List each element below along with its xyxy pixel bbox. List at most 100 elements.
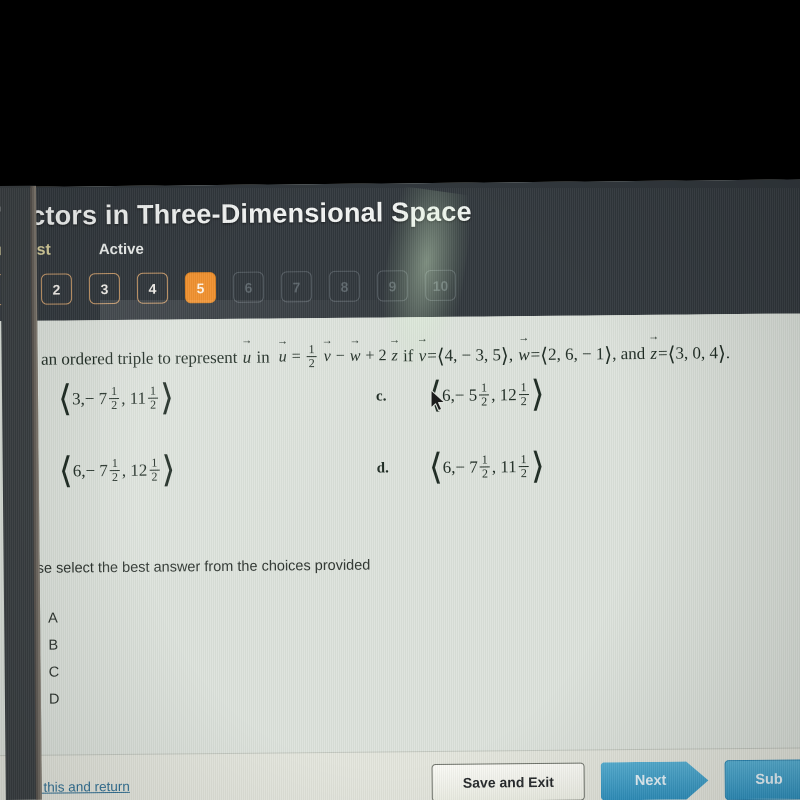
choice-d-f2-den: 2: [518, 465, 529, 480]
choice-c-f1-den: 2: [479, 394, 490, 409]
eq-vector-u: u: [278, 348, 288, 366]
choice-b-fraction-2: 1 2: [149, 455, 160, 484]
browser-viewport: Vectors in Three-Dimensional Space re-Te…: [0, 179, 800, 800]
choice-d-f2-num: 1: [520, 452, 527, 467]
choice-b-f2-num: 1: [151, 455, 158, 470]
if-word: if: [402, 346, 414, 366]
stem-in-word: in: [256, 347, 270, 367]
tab-active[interactable]: Active: [99, 241, 144, 258]
pager-item-3[interactable]: 3: [88, 272, 121, 305]
choice-a-f2-den: 2: [148, 397, 159, 412]
submit-button[interactable]: Sub: [724, 759, 800, 800]
given-z-components: 3, 0, 4: [675, 343, 719, 363]
choice-a-value: ⟨ 3,− 7 1 2 , 11 1 2 ⟩: [58, 378, 174, 419]
pager-item-5[interactable]: 5: [184, 272, 217, 304]
eq-vector-z: z: [390, 347, 398, 365]
given-v-components: 4, − 3, 5: [444, 345, 502, 365]
photographed-screen: Vectors in Three-Dimensional Space re-Te…: [0, 0, 800, 800]
given-z-equals: =: [657, 343, 668, 363]
choice-b-f1-num: 1: [111, 456, 118, 471]
given-vector-w-name: w: [517, 345, 531, 365]
given-v-close-bracket: ⟩: [500, 344, 509, 367]
action-buttons: Save and Exit Next Sub: [431, 759, 800, 800]
choice-d-first: 6,− 7: [442, 457, 478, 478]
given-v-open-bracket: ⟨: [436, 345, 445, 368]
pager-item-7: 7: [280, 271, 313, 303]
radio-label-d: D: [48, 691, 60, 708]
fraction-denominator: 2: [306, 355, 317, 370]
choice-c[interactable]: c. ⟨ 6,− 5 1 2 , 12 1 2 ⟩: [375, 374, 545, 415]
question-pager: 1 2 3 4 5 6 7 8 9 10: [0, 252, 800, 306]
given-w-equals: =: [530, 345, 541, 365]
save-and-exit-button[interactable]: Save and Exit: [431, 762, 586, 800]
choice-d-f1-den: 2: [479, 466, 490, 481]
choice-a-f2-num: 1: [149, 383, 157, 398]
choice-c-fraction-2: 1 2: [518, 380, 529, 408]
and-word: and: [620, 344, 646, 364]
eq-vector-v: v: [323, 348, 332, 366]
lesson-header: Vectors in Three-Dimensional Space re-Te…: [0, 179, 800, 322]
pager-item-9: 9: [376, 270, 409, 302]
one-half-fraction: 1 2: [306, 342, 317, 370]
choice-c-comma: ,: [491, 385, 500, 405]
pager-item-2[interactable]: 2: [40, 273, 73, 305]
given-z-open-bracket: ⟨: [667, 343, 676, 366]
given-w-components: 2, 6, − 1: [547, 344, 605, 364]
pager-item-6: 6: [232, 271, 265, 303]
given-w-close-bracket: ⟩: [604, 343, 613, 366]
choice-a-f1-num: 1: [111, 384, 118, 399]
radio-label-b: B: [48, 637, 59, 654]
choice-a-second: 11: [129, 389, 147, 409]
given-v-equals: =: [427, 346, 437, 366]
choice-d-comma: ,: [491, 457, 501, 477]
choice-c-label: c.: [375, 388, 387, 405]
eq-minus: −: [335, 347, 345, 365]
choice-d-fraction-2: 1 2: [518, 452, 529, 480]
choice-c-second: 12: [499, 385, 517, 405]
radio-label-a: A: [48, 610, 58, 627]
choice-a-first: 3,− 7: [71, 389, 108, 409]
question-body: Find an ordered triple to represent u in…: [0, 313, 800, 800]
eq-vector-w: w: [349, 347, 362, 365]
given-vector-v-name: v: [418, 346, 428, 366]
choice-c-value: ⟨ 6,− 5 1 2 , 12 1 2 ⟩: [428, 374, 545, 415]
given-z-close-bracket: ⟩: [717, 342, 726, 365]
eq-coefficient-two: 2: [378, 347, 387, 365]
radio-label-c: C: [48, 664, 60, 681]
choice-b-f1-den: 2: [109, 469, 120, 484]
choice-b-comma: ,: [121, 461, 131, 481]
choice-d-fraction-1: 1 2: [479, 452, 490, 481]
eq-equals: =: [291, 348, 301, 366]
choice-c-fraction-1: 1 2: [479, 380, 490, 409]
equation: u = 1 2 v − w + 2 z: [274, 342, 399, 370]
given-vector-z-name: z: [649, 344, 658, 364]
choice-b-first: 6,− 7: [72, 461, 108, 481]
choice-c-first: 6,− 5: [441, 385, 478, 406]
pager-item-4[interactable]: 4: [136, 272, 169, 304]
choice-c-f1-num: 1: [481, 380, 488, 395]
answer-choices: a. ⟨ 3,− 7 1 2 , 11 1 2: [0, 374, 800, 539]
choice-c-f2-den: 2: [518, 393, 529, 408]
stem-text: Find an ordered triple to represent: [5, 347, 238, 370]
stem-period: .: [725, 343, 731, 363]
choice-d-label: d.: [376, 460, 389, 477]
choice-b-f2-den: 2: [149, 469, 160, 484]
choice-d-f1-num: 1: [481, 452, 488, 467]
choice-a-f1-den: 2: [109, 397, 120, 412]
choice-a-fraction-2: 1 2: [148, 383, 159, 412]
given-w-open-bracket: ⟨: [540, 344, 549, 367]
pager-item-8: 8: [328, 270, 361, 302]
eq-plus: +: [365, 347, 375, 365]
stem-vector-u: u: [242, 348, 253, 368]
choice-d[interactable]: d. ⟨ 6,− 7 1 2 , 11 1 2 ⟩: [376, 446, 545, 487]
choice-d-value: ⟨ 6,− 7 1 2 , 11 1 2 ⟩: [429, 446, 545, 487]
choice-c-f2-num: 1: [520, 380, 527, 395]
fraction-numerator: 1: [308, 342, 315, 357]
choice-a-comma: ,: [121, 389, 130, 409]
choice-b-fraction-1: 1 2: [109, 456, 120, 484]
choice-d-second: 11: [500, 457, 517, 477]
choice-a-fraction-1: 1 2: [109, 384, 120, 412]
question-stem: Find an ordered triple to represent u in…: [0, 313, 800, 374]
next-button[interactable]: Next: [601, 761, 709, 800]
choice-b-value: ⟨ 6,− 7 1 2 , 12 1 2 ⟩: [59, 450, 176, 491]
